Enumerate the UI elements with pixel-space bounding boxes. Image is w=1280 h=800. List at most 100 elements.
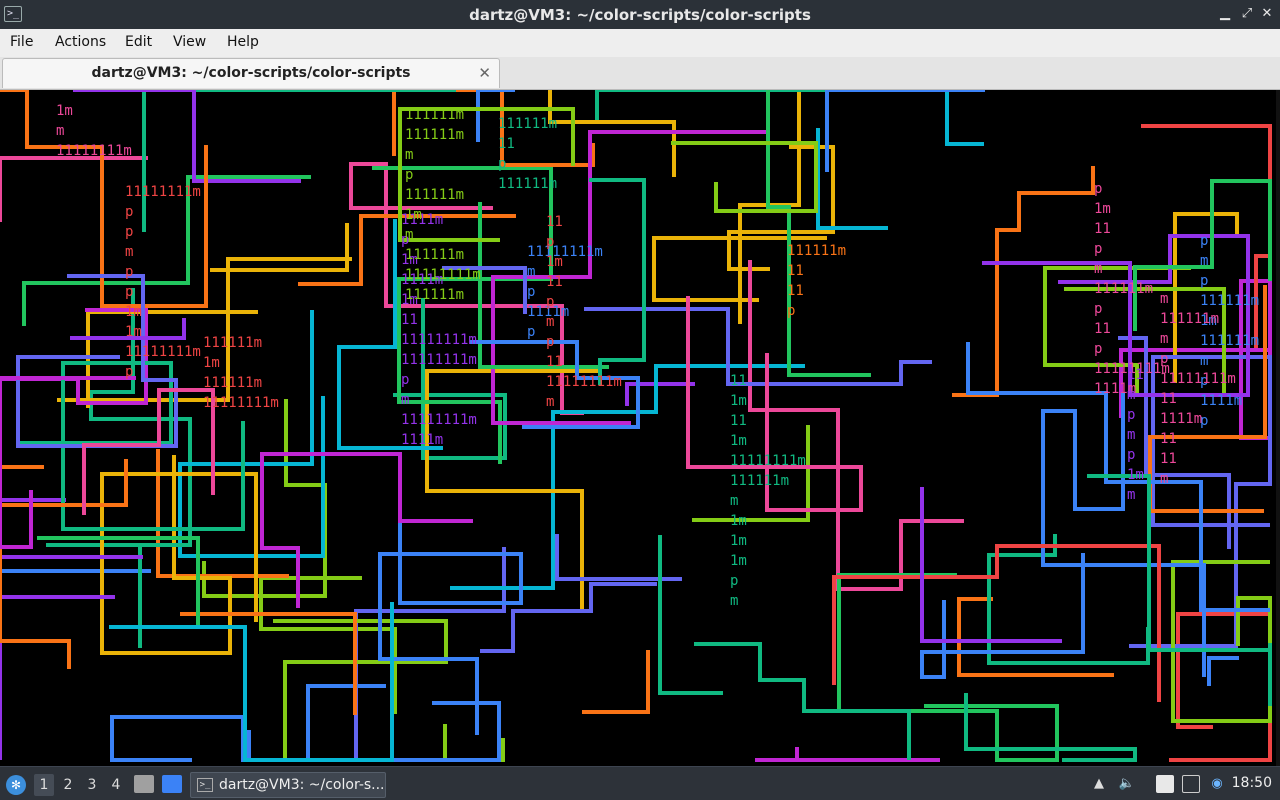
taskbar: ✻ 1 2 3 4 >_ dartz@VM3: ~/color-s... ▲ 🔈… bbox=[0, 766, 1280, 800]
menu-help[interactable]: Help bbox=[227, 34, 259, 50]
terminal-glyph: 1m bbox=[730, 533, 747, 549]
taskbar-terminal-task[interactable]: >_ dartz@VM3: ~/color-s... bbox=[190, 772, 386, 798]
terminal-glyph: 11111111m bbox=[546, 374, 622, 390]
terminal-glyph: 1111m bbox=[1200, 393, 1242, 409]
pipe-segment bbox=[987, 534, 1150, 665]
maximize-icon[interactable]: ⤢ bbox=[1238, 5, 1256, 23]
pipe-segment bbox=[964, 693, 1137, 762]
terminal-glyph: 1111m bbox=[1160, 411, 1202, 427]
network-icon[interactable] bbox=[1182, 775, 1200, 793]
terminal-glyph: 1m bbox=[125, 324, 142, 340]
terminal-glyph: 11111111m bbox=[730, 453, 806, 469]
pipe-segment bbox=[210, 223, 349, 272]
desktop-icon[interactable] bbox=[162, 775, 182, 793]
terminal-glyph: p bbox=[527, 284, 535, 300]
terminal-glyph: m bbox=[401, 392, 409, 408]
terminal-glyph: p bbox=[1094, 241, 1102, 257]
workspace-1[interactable]: 1 bbox=[34, 774, 54, 796]
workspace-2[interactable]: 2 bbox=[58, 774, 78, 796]
terminal-glyph: p bbox=[546, 334, 554, 350]
close-icon[interactable]: ✕ bbox=[1258, 5, 1276, 23]
pipe-segment bbox=[832, 544, 1161, 702]
menu-file[interactable]: File bbox=[10, 34, 33, 50]
terminal-glyph: 11 bbox=[1160, 451, 1177, 467]
terminal-glyph: 111111m bbox=[405, 127, 464, 143]
workspace-3[interactable]: 3 bbox=[82, 774, 102, 796]
pipe-segment bbox=[425, 369, 598, 612]
terminal-glyph: 111111m bbox=[1094, 281, 1153, 297]
terminal-glyph: m bbox=[1127, 487, 1135, 503]
volume-icon[interactable]: 🔈 bbox=[1118, 775, 1136, 793]
terminal-glyph: p bbox=[527, 324, 535, 340]
terminal-glyph: 11 bbox=[498, 136, 515, 152]
minimize-icon[interactable]: ▁ bbox=[1216, 5, 1234, 23]
pipe-segment bbox=[595, 90, 924, 124]
terminal-glyph: 11111111m bbox=[401, 332, 477, 348]
terminal-glyph: 11 bbox=[546, 274, 563, 290]
pipe-segment bbox=[945, 90, 984, 146]
terminal-glyph: 11111111m bbox=[527, 244, 603, 260]
terminal-glyph: p bbox=[1094, 301, 1102, 317]
terminal-glyph: p bbox=[125, 224, 133, 240]
pipe-segment bbox=[837, 573, 1059, 762]
terminal-glyph: p bbox=[125, 284, 133, 300]
terminal-glyph: m bbox=[1200, 353, 1208, 369]
terminal-glyph: 111111m bbox=[498, 116, 557, 132]
tray-up-arrow-icon[interactable]: ▲ bbox=[1090, 775, 1108, 793]
terminal-glyph: m bbox=[546, 394, 554, 410]
pipe-segment bbox=[1207, 656, 1239, 686]
pipes-canvas: 11111111mmp1111mp111111m1111p11p1m11pmp1… bbox=[0, 90, 1272, 762]
terminal-glyph: 11 bbox=[1094, 321, 1111, 337]
terminal-glyph: 11 bbox=[730, 373, 747, 389]
terminal-glyph: m bbox=[1160, 331, 1168, 347]
pipe-segment bbox=[825, 90, 985, 172]
pipe-segment bbox=[260, 452, 473, 608]
pipe-segment bbox=[259, 576, 397, 714]
menu-view[interactable]: View bbox=[173, 34, 206, 50]
file-manager-icon[interactable] bbox=[134, 775, 154, 793]
window-title: dartz@VM3: ~/color-scripts/color-scripts bbox=[469, 6, 811, 24]
terminal-glyph: 111111m bbox=[1160, 311, 1219, 327]
terminal-glyph: 1m bbox=[125, 304, 142, 320]
menu-bar: File Actions Edit View Help bbox=[0, 29, 1280, 57]
update-notifier-icon[interactable]: ◉ bbox=[1208, 775, 1226, 793]
terminal-glyph: 111111m bbox=[203, 335, 262, 351]
start-menu-icon[interactable]: ✻ bbox=[6, 775, 26, 795]
clipboard-icon[interactable] bbox=[1156, 775, 1174, 793]
pipe-segment bbox=[920, 553, 1085, 679]
terminal-glyph: 111111m bbox=[1200, 293, 1259, 309]
menu-edit[interactable]: Edit bbox=[125, 34, 152, 50]
terminal-glyph: p bbox=[730, 573, 738, 589]
pipe-segment bbox=[555, 534, 682, 581]
terminal-glyph: p bbox=[1094, 341, 1102, 357]
workspace-4[interactable]: 4 bbox=[106, 774, 126, 796]
clock: 18:50 bbox=[1231, 775, 1272, 791]
terminal-glyph: 1m bbox=[730, 393, 747, 409]
terminal-glyph: 11 bbox=[787, 263, 804, 279]
menu-actions[interactable]: Actions bbox=[55, 34, 106, 50]
tab-close-icon[interactable]: ✕ bbox=[478, 64, 491, 82]
terminal-glyph: 11111111m bbox=[401, 352, 477, 368]
terminal-glyph: 111111m bbox=[787, 243, 846, 259]
pipe-segment bbox=[755, 747, 940, 762]
terminal-glyph: m bbox=[125, 244, 133, 260]
terminal-glyph: p bbox=[125, 364, 133, 380]
terminal-glyph: 111111m bbox=[405, 187, 464, 203]
pipe-segment bbox=[582, 650, 650, 714]
pipe-segment bbox=[584, 307, 932, 386]
terminal-glyph: m bbox=[730, 593, 738, 609]
pipe-segment bbox=[671, 141, 818, 213]
window-titlebar[interactable]: >_ dartz@VM3: ~/color-scripts/color-scri… bbox=[0, 0, 1280, 29]
tab-terminal[interactable]: dartz@VM3: ~/color-scripts/color-scripts… bbox=[2, 58, 500, 88]
taskbar-task-label: dartz@VM3: ~/color-s... bbox=[219, 777, 385, 793]
terminal-glyph: 11111111m bbox=[56, 143, 132, 159]
pipe-segment bbox=[202, 399, 327, 598]
terminal-output[interactable]: 11111111m m p 1111m p 111111m 11 11 p 11 p 1m 11 p m p 1… bbox=[0, 90, 1280, 766]
terminal-scrollbar[interactable] bbox=[1276, 90, 1280, 766]
terminal-glyph: 11 bbox=[1160, 391, 1177, 407]
terminal-glyph: 1m bbox=[1127, 467, 1144, 483]
terminal-glyph: 11 bbox=[401, 312, 418, 328]
terminal-glyph: m bbox=[546, 314, 554, 330]
terminal-glyph: p bbox=[401, 372, 409, 388]
terminal-glyph: 111111m bbox=[405, 287, 464, 303]
